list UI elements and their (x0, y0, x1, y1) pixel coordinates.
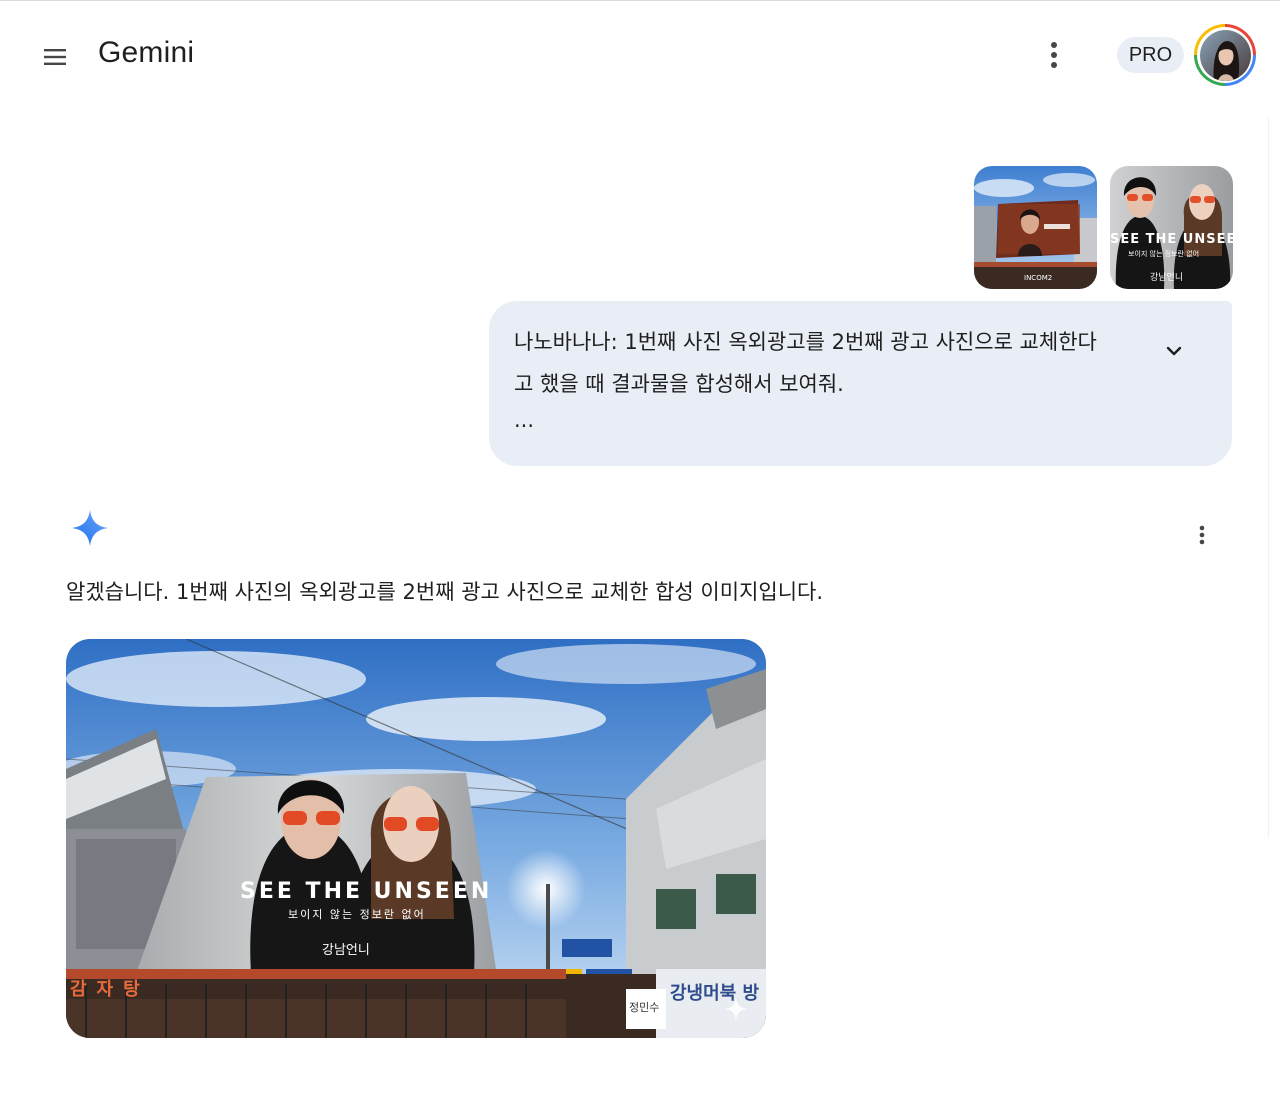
main-menu-button[interactable] (34, 36, 76, 78)
user-attachments: INCOM2 SEE THE UNSEE 보이지 않는 정보란 없어 강남언니 (974, 166, 1233, 289)
expand-prompt-button[interactable] (1154, 331, 1194, 371)
shop-sign-left: 감자탕 (70, 979, 150, 1000)
pro-badge[interactable]: PRO (1117, 37, 1184, 73)
thumb-brand: 강남언니 (1150, 273, 1184, 283)
user-prompt-ellipsis: ... (514, 408, 535, 432)
shop-sign-right: 강냉머북 방 (670, 983, 760, 1004)
attachment-ad-poster[interactable]: SEE THE UNSEE 보이지 않는 정보란 없어 강남언니 (1110, 166, 1233, 289)
more-options-button[interactable] (1034, 35, 1074, 75)
app-title: Gemini (98, 36, 195, 69)
hamburger-menu-icon (44, 49, 66, 65)
thumb-headline: SEE THE UNSEE (1110, 232, 1233, 247)
generated-image[interactable]: SEE THE UNSEEN 보이지 않는 정보란 없어 강남언니 감자탕 강냉… (66, 639, 766, 1038)
ad-headline: SEE THE UNSEEN (240, 879, 493, 904)
gemini-spark-icon (72, 510, 108, 546)
chevron-down-icon (1166, 346, 1182, 356)
scrollbar[interactable] (1268, 118, 1278, 838)
more-vert-icon (1199, 525, 1205, 545)
ad-subline: 보이지 않는 정보란 없어 (288, 908, 426, 921)
response-more-button[interactable] (1182, 515, 1222, 555)
ad-brand: 강남언니 (322, 943, 370, 958)
more-vert-icon (1051, 42, 1057, 68)
thumb-caption: INCOM2 (1024, 274, 1053, 282)
user-prompt-line-2: 고 했을 때 결과물을 합성해서 보여줘. (514, 372, 844, 396)
user-message-bubble: 나노바나나: 1번째 사진 옥외광고를 2번째 광고 사진으로 교체한다 고 했… (489, 301, 1232, 466)
street-sign: 정민수 (629, 1001, 660, 1014)
response-text: 알겠습니다. 1번째 사진의 옥외광고를 2번째 광고 사진으로 교체한 합성 … (66, 580, 824, 604)
attachment-billboard-photo[interactable]: INCOM2 (974, 166, 1097, 289)
account-avatar-button[interactable] (1194, 24, 1256, 86)
thumb-subline: 보이지 않는 정보란 없어 (1128, 250, 1200, 258)
app-header: Gemini PRO (0, 0, 1280, 110)
avatar (1199, 29, 1251, 81)
user-prompt-line-1: 나노바나나: 1번째 사진 옥외광고를 2번째 광고 사진으로 교체한다 (514, 330, 1097, 354)
